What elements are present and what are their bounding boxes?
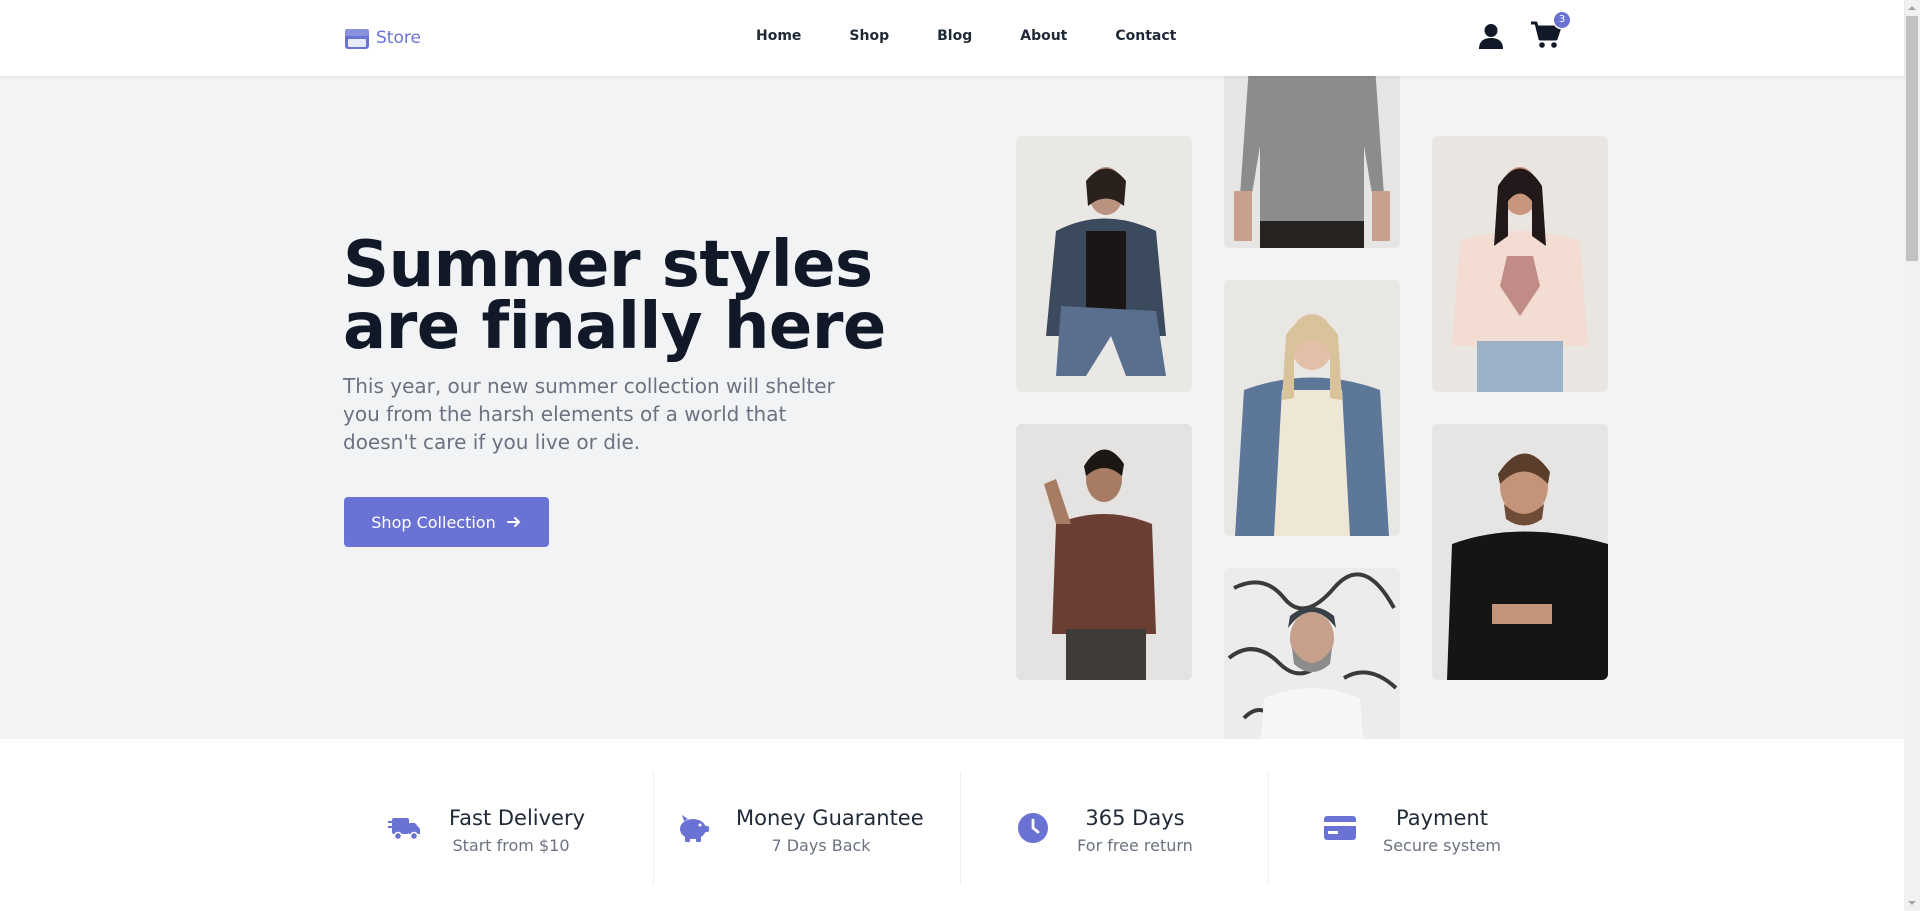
clock-icon bbox=[1018, 813, 1048, 843]
cta-label: Shop Collection bbox=[371, 512, 496, 532]
feature-subtitle: 7 Days Back bbox=[771, 836, 871, 855]
feature-title: Money Guarantee bbox=[736, 806, 924, 830]
feature-title: Fast Delivery bbox=[449, 806, 586, 830]
truck-icon bbox=[388, 818, 420, 841]
nav-home[interactable]: Home bbox=[756, 28, 801, 44]
feature-fast-delivery: Fast Delivery Start from $10 bbox=[346, 771, 652, 885]
piggy-bank-icon bbox=[680, 815, 709, 842]
scroll-down-arrow-icon[interactable] bbox=[1904, 895, 1920, 911]
feature-subtitle: Start from $10 bbox=[452, 836, 570, 855]
feature-title: Payment bbox=[1396, 806, 1488, 830]
man-brown-tshirt-photo bbox=[1016, 424, 1192, 680]
cart-count-badge: 3 bbox=[1554, 12, 1570, 28]
nav-about[interactable]: About bbox=[1020, 28, 1067, 44]
nav-contact[interactable]: Contact bbox=[1115, 28, 1176, 44]
feature-365-days: 365 Days For free return bbox=[960, 771, 1267, 885]
account-button[interactable] bbox=[1477, 22, 1505, 50]
hero-section: Summer styles are finally here This year… bbox=[0, 76, 1904, 739]
storefront-icon bbox=[345, 29, 369, 49]
features-section: Fast Delivery Start from $10 Money Guara… bbox=[0, 739, 1904, 911]
feature-money-guarantee: Money Guarantee 7 Days Back bbox=[653, 771, 960, 885]
feature-title: 365 Days bbox=[1085, 806, 1185, 830]
arrow-right-icon bbox=[506, 517, 520, 527]
man-black-tshirt-photo bbox=[1432, 424, 1608, 680]
hero-description: This year, our new summer collection wil… bbox=[343, 374, 835, 454]
user-icon bbox=[1479, 24, 1503, 49]
man-beanie-glasses-photo bbox=[1224, 568, 1400, 739]
feature-payment: Payment Secure system bbox=[1268, 771, 1575, 885]
main-nav: Home Shop Blog About Contact bbox=[756, 28, 1176, 44]
navbar: Store Home Shop Blog About Contact 3 bbox=[0, 0, 1904, 76]
nav-shop[interactable]: Shop bbox=[849, 28, 889, 44]
feature-subtitle: For free return bbox=[1077, 836, 1193, 855]
scrollbar-thumb[interactable] bbox=[1906, 16, 1918, 261]
nav-blog[interactable]: Blog bbox=[937, 28, 972, 44]
scroll-up-arrow-icon[interactable] bbox=[1904, 0, 1920, 16]
feature-subtitle: Secure system bbox=[1383, 836, 1501, 855]
man-grey-tshirt-photo bbox=[1224, 76, 1400, 248]
hero-title: Summer styles are finally here bbox=[343, 228, 886, 364]
brand-logo[interactable]: Store bbox=[344, 25, 421, 51]
shop-collection-button[interactable]: Shop Collection bbox=[344, 497, 549, 547]
brand-name: Store bbox=[376, 28, 421, 48]
credit-card-icon bbox=[1324, 816, 1356, 840]
woman-denim-jacket-photo bbox=[1016, 136, 1192, 392]
woman-denim-cream-top-photo bbox=[1224, 280, 1400, 536]
woman-pink-tshirt-photo bbox=[1432, 136, 1608, 392]
